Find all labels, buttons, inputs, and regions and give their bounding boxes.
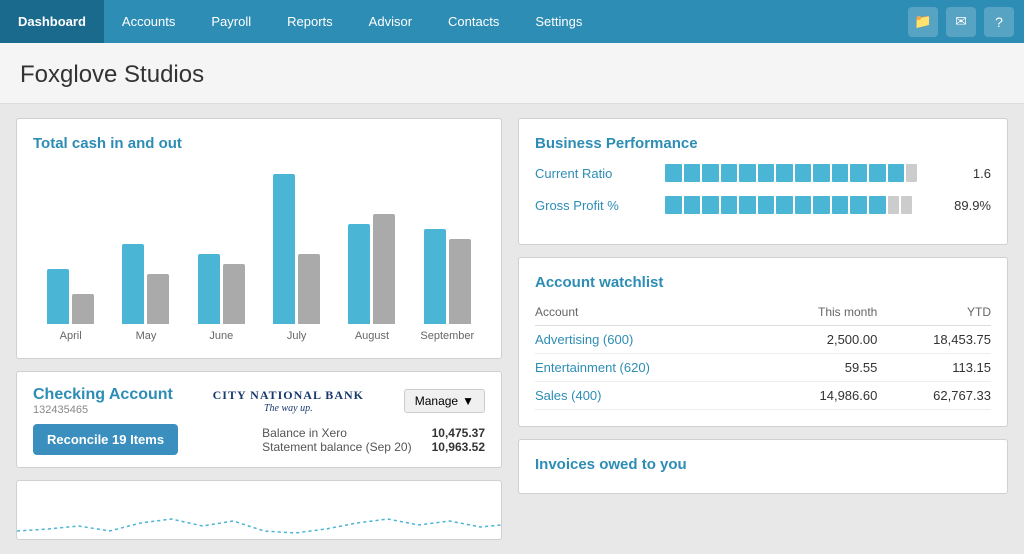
balance-statement-row: Statement balance (Sep 20) 10,963.52	[262, 440, 485, 454]
bar-april-blue	[47, 269, 69, 324]
balance-info: Balance in Xero 10,475.37 Statement bala…	[262, 426, 485, 454]
chart-label-august: August	[334, 330, 409, 342]
checking-account-card: Checking Account 132435465 City National…	[16, 371, 502, 468]
reconcile-button[interactable]: Reconcile 19 Items	[33, 424, 178, 455]
chevron-down-icon: ▼	[462, 394, 474, 408]
nav-item-accounts[interactable]: Accounts	[104, 0, 193, 43]
watchlist-row: Entertainment (620) 59.55 113.15	[535, 354, 991, 382]
balance-statement-value: 10,963.52	[432, 440, 485, 454]
chart-group-april	[33, 269, 108, 324]
chart-group-may	[108, 244, 183, 324]
advertising-this-month: 2,500.00	[761, 326, 878, 354]
current-ratio-value: 1.6	[951, 166, 991, 181]
nav-item-contacts[interactable]: Contacts	[430, 0, 517, 43]
nav-item-payroll[interactable]: Payroll	[193, 0, 269, 43]
bar-june-gray	[223, 264, 245, 324]
current-ratio-segments	[665, 164, 941, 182]
watchlist-row: Advertising (600) 2,500.00 18,453.75	[535, 326, 991, 354]
page-title: Foxglove Studios	[20, 61, 1004, 89]
entertainment-ytd: 113.15	[877, 354, 991, 382]
advertising-ytd: 18,453.75	[877, 326, 991, 354]
page-header: Foxglove Studios	[0, 43, 1024, 104]
chart-label-june: June	[184, 330, 259, 342]
checking-number: 132435465	[33, 404, 173, 416]
folder-icon[interactable]: 📁	[908, 7, 938, 37]
bar-june-blue	[198, 254, 220, 324]
nav-item-settings[interactable]: Settings	[517, 0, 600, 43]
balance-xero-label: Balance in Xero	[262, 426, 347, 440]
watchlist-header-row: Account This month YTD	[535, 303, 991, 326]
gross-profit-label[interactable]: Gross Profit %	[535, 198, 655, 213]
entertainment-this-month: 59.55	[761, 354, 878, 382]
watchlist-card: Account watchlist Account This month YTD…	[518, 257, 1008, 427]
business-performance-title: Business Performance	[535, 135, 991, 152]
chart-label-september: September	[410, 330, 485, 342]
left-panel: Total cash in and out	[16, 118, 502, 540]
gross-profit-segments	[665, 196, 941, 214]
chart-group-june	[184, 254, 259, 324]
right-panel: Business Performance Current Ratio	[518, 118, 1008, 540]
mini-line-chart	[16, 480, 502, 540]
chart-group-august	[334, 214, 409, 324]
bar-september-blue	[424, 229, 446, 324]
bank-tagline: The way up.	[213, 403, 364, 414]
top-nav: Dashboard Accounts Payroll Reports Advis…	[0, 0, 1024, 43]
bar-may-gray	[147, 274, 169, 324]
cash-chart-title: Total cash in and out	[33, 135, 485, 152]
bar-may-blue	[122, 244, 144, 324]
account-advertising[interactable]: Advertising (600)	[535, 326, 761, 354]
account-entertainment[interactable]: Entertainment (620)	[535, 354, 761, 382]
sales-ytd: 62,767.33	[877, 382, 991, 410]
bar-august-blue	[348, 224, 370, 324]
bank-name: City National Bank	[213, 388, 364, 403]
line-chart-svg	[17, 481, 501, 540]
invoices-title: Invoices owed to you	[535, 456, 991, 473]
watchlist-title: Account watchlist	[535, 274, 991, 291]
current-ratio-bar	[665, 164, 941, 182]
gross-profit-value: 89.9%	[951, 198, 991, 213]
manage-button[interactable]: Manage ▼	[404, 389, 485, 413]
sales-this-month: 14,986.60	[761, 382, 878, 410]
chart-label-april: April	[33, 330, 108, 342]
watchlist-row: Sales (400) 14,986.60 62,767.33	[535, 382, 991, 410]
current-ratio-label[interactable]: Current Ratio	[535, 166, 655, 181]
business-performance-card: Business Performance Current Ratio	[518, 118, 1008, 245]
cash-chart-card: Total cash in and out	[16, 118, 502, 359]
watchlist-table: Account This month YTD Advertising (600)…	[535, 303, 991, 410]
gross-profit-bar	[665, 196, 941, 214]
bar-august-gray	[373, 214, 395, 324]
bar-july-gray	[298, 254, 320, 324]
checking-info: Checking Account 132435465	[33, 386, 173, 416]
mail-icon[interactable]: ✉	[946, 7, 976, 37]
balance-xero-row: Balance in Xero 10,475.37	[262, 426, 485, 440]
gross-profit-row: Gross Profit %	[535, 196, 991, 214]
bar-july-blue	[273, 174, 295, 324]
col-this-month: This month	[761, 303, 878, 326]
current-ratio-row: Current Ratio	[535, 164, 991, 182]
chart-label-may: May	[108, 330, 183, 342]
bank-logo: City National Bank The way up.	[213, 388, 364, 414]
bar-chart	[33, 164, 485, 324]
bar-september-gray	[449, 239, 471, 324]
invoices-card: Invoices owed to you	[518, 439, 1008, 494]
balance-xero-value: 10,475.37	[432, 426, 485, 440]
reconcile-row: Reconcile 19 Items Balance in Xero 10,47…	[33, 424, 485, 455]
checking-title: Checking Account	[33, 386, 173, 404]
bar-april-gray	[72, 294, 94, 324]
account-sales[interactable]: Sales (400)	[535, 382, 761, 410]
chart-label-july: July	[259, 330, 334, 342]
nav-item-advisor[interactable]: Advisor	[351, 0, 430, 43]
nav-item-reports[interactable]: Reports	[269, 0, 351, 43]
checking-header: Checking Account 132435465 City National…	[33, 386, 485, 416]
col-ytd: YTD	[877, 303, 991, 326]
chart-labels: April May June July August September	[33, 330, 485, 342]
balance-statement-label: Statement balance (Sep 20)	[262, 440, 411, 454]
col-account: Account	[535, 303, 761, 326]
nav-item-dashboard[interactable]: Dashboard	[0, 0, 104, 43]
chart-group-july	[259, 174, 334, 324]
chart-group-september	[410, 229, 485, 324]
help-icon[interactable]: ?	[984, 7, 1014, 37]
main-content: Total cash in and out	[0, 104, 1024, 554]
